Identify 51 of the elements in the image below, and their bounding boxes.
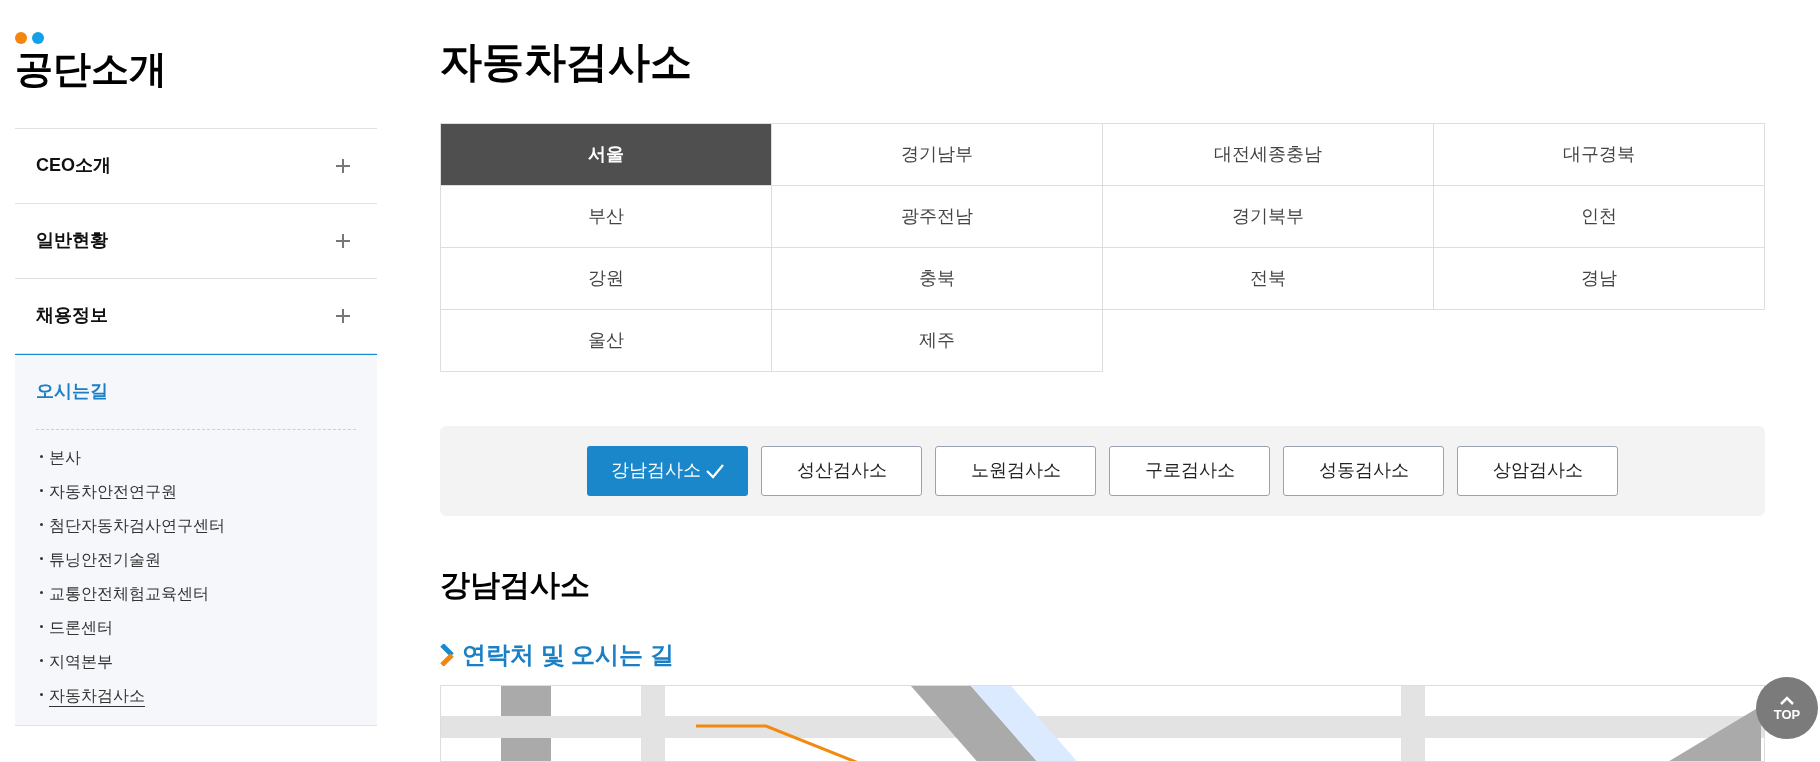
region-tab[interactable]: 부산 [441, 185, 772, 248]
check-icon [704, 462, 725, 479]
region-tab[interactable]: 충북 [772, 247, 1103, 310]
submenu-link[interactable]: 튜닝안전기술원 [49, 549, 161, 570]
bullet-icon [40, 454, 43, 458]
bullet-icon [40, 624, 43, 628]
region-tab[interactable]: 대전세종충남 [1103, 123, 1434, 186]
bullet-icon [40, 658, 43, 662]
region-tab[interactable]: 제주 [772, 309, 1103, 372]
submenu-link[interactable]: 첨단자동차검사연구센터 [49, 515, 225, 536]
station-button[interactable]: 성산검사소 [761, 445, 922, 496]
submenu-link[interactable]: 드론센터 [49, 617, 113, 638]
station-button[interactable]: 상암검사소 [1457, 445, 1618, 496]
menu-item[interactable]: 오시는길 [15, 354, 377, 429]
menu-item[interactable]: 일반현황 [15, 203, 377, 278]
region-tab[interactable]: 강원 [441, 247, 772, 310]
station-button[interactable]: 구로검사소 [1109, 445, 1270, 496]
submenu-link[interactable]: 지역본부 [49, 651, 113, 672]
bullet-icon [40, 590, 43, 594]
submenu-link[interactable]: 교통안전체험교육센터 [49, 583, 209, 604]
sidebar-title: 공단소개 [15, 47, 168, 92]
menu-item[interactable]: 채용정보 [15, 278, 377, 353]
bullet-icon [40, 488, 43, 492]
station-title: 강남검사소 [440, 566, 591, 603]
region-tab[interactable]: 광주전남 [772, 185, 1103, 248]
top-button[interactable]: TOP [1756, 677, 1818, 739]
caret-up-icon [1780, 695, 1794, 705]
chevron-icon [440, 644, 454, 667]
submenu-link[interactable]: 자동차안전연구원 [49, 481, 177, 502]
station-button[interactable]: 강남검사소 [587, 445, 748, 496]
region-tab[interactable]: 울산 [441, 309, 772, 372]
plus-icon [335, 232, 351, 249]
region-tab[interactable]: 인천 [1434, 185, 1765, 248]
bullet-icon [40, 522, 43, 526]
submenu-link[interactable]: 본사 [49, 447, 81, 468]
menu-item[interactable]: CEO소개 [15, 128, 377, 203]
section-title: 연락처 및 오시는 길 [462, 640, 674, 671]
bullet-icon [40, 692, 43, 696]
region-tab[interactable]: 대구경북 [1434, 123, 1765, 186]
region-tab[interactable]: 경남 [1434, 247, 1765, 310]
plus-icon [335, 157, 351, 174]
station-button[interactable]: 노원검사소 [935, 445, 1096, 496]
plus-icon [335, 307, 351, 324]
region-tab[interactable]: 경기북부 [1103, 185, 1434, 248]
region-tab[interactable]: 전북 [1103, 247, 1434, 310]
page-title: 자동차검사소 [440, 37, 693, 87]
region-tab[interactable]: 서울 [441, 123, 772, 186]
station-button[interactable]: 성동검사소 [1283, 445, 1444, 496]
submenu-link[interactable]: 자동차검사소 [49, 685, 145, 707]
region-tab[interactable]: 경기남부 [772, 123, 1103, 186]
bullet-icon [40, 556, 43, 560]
